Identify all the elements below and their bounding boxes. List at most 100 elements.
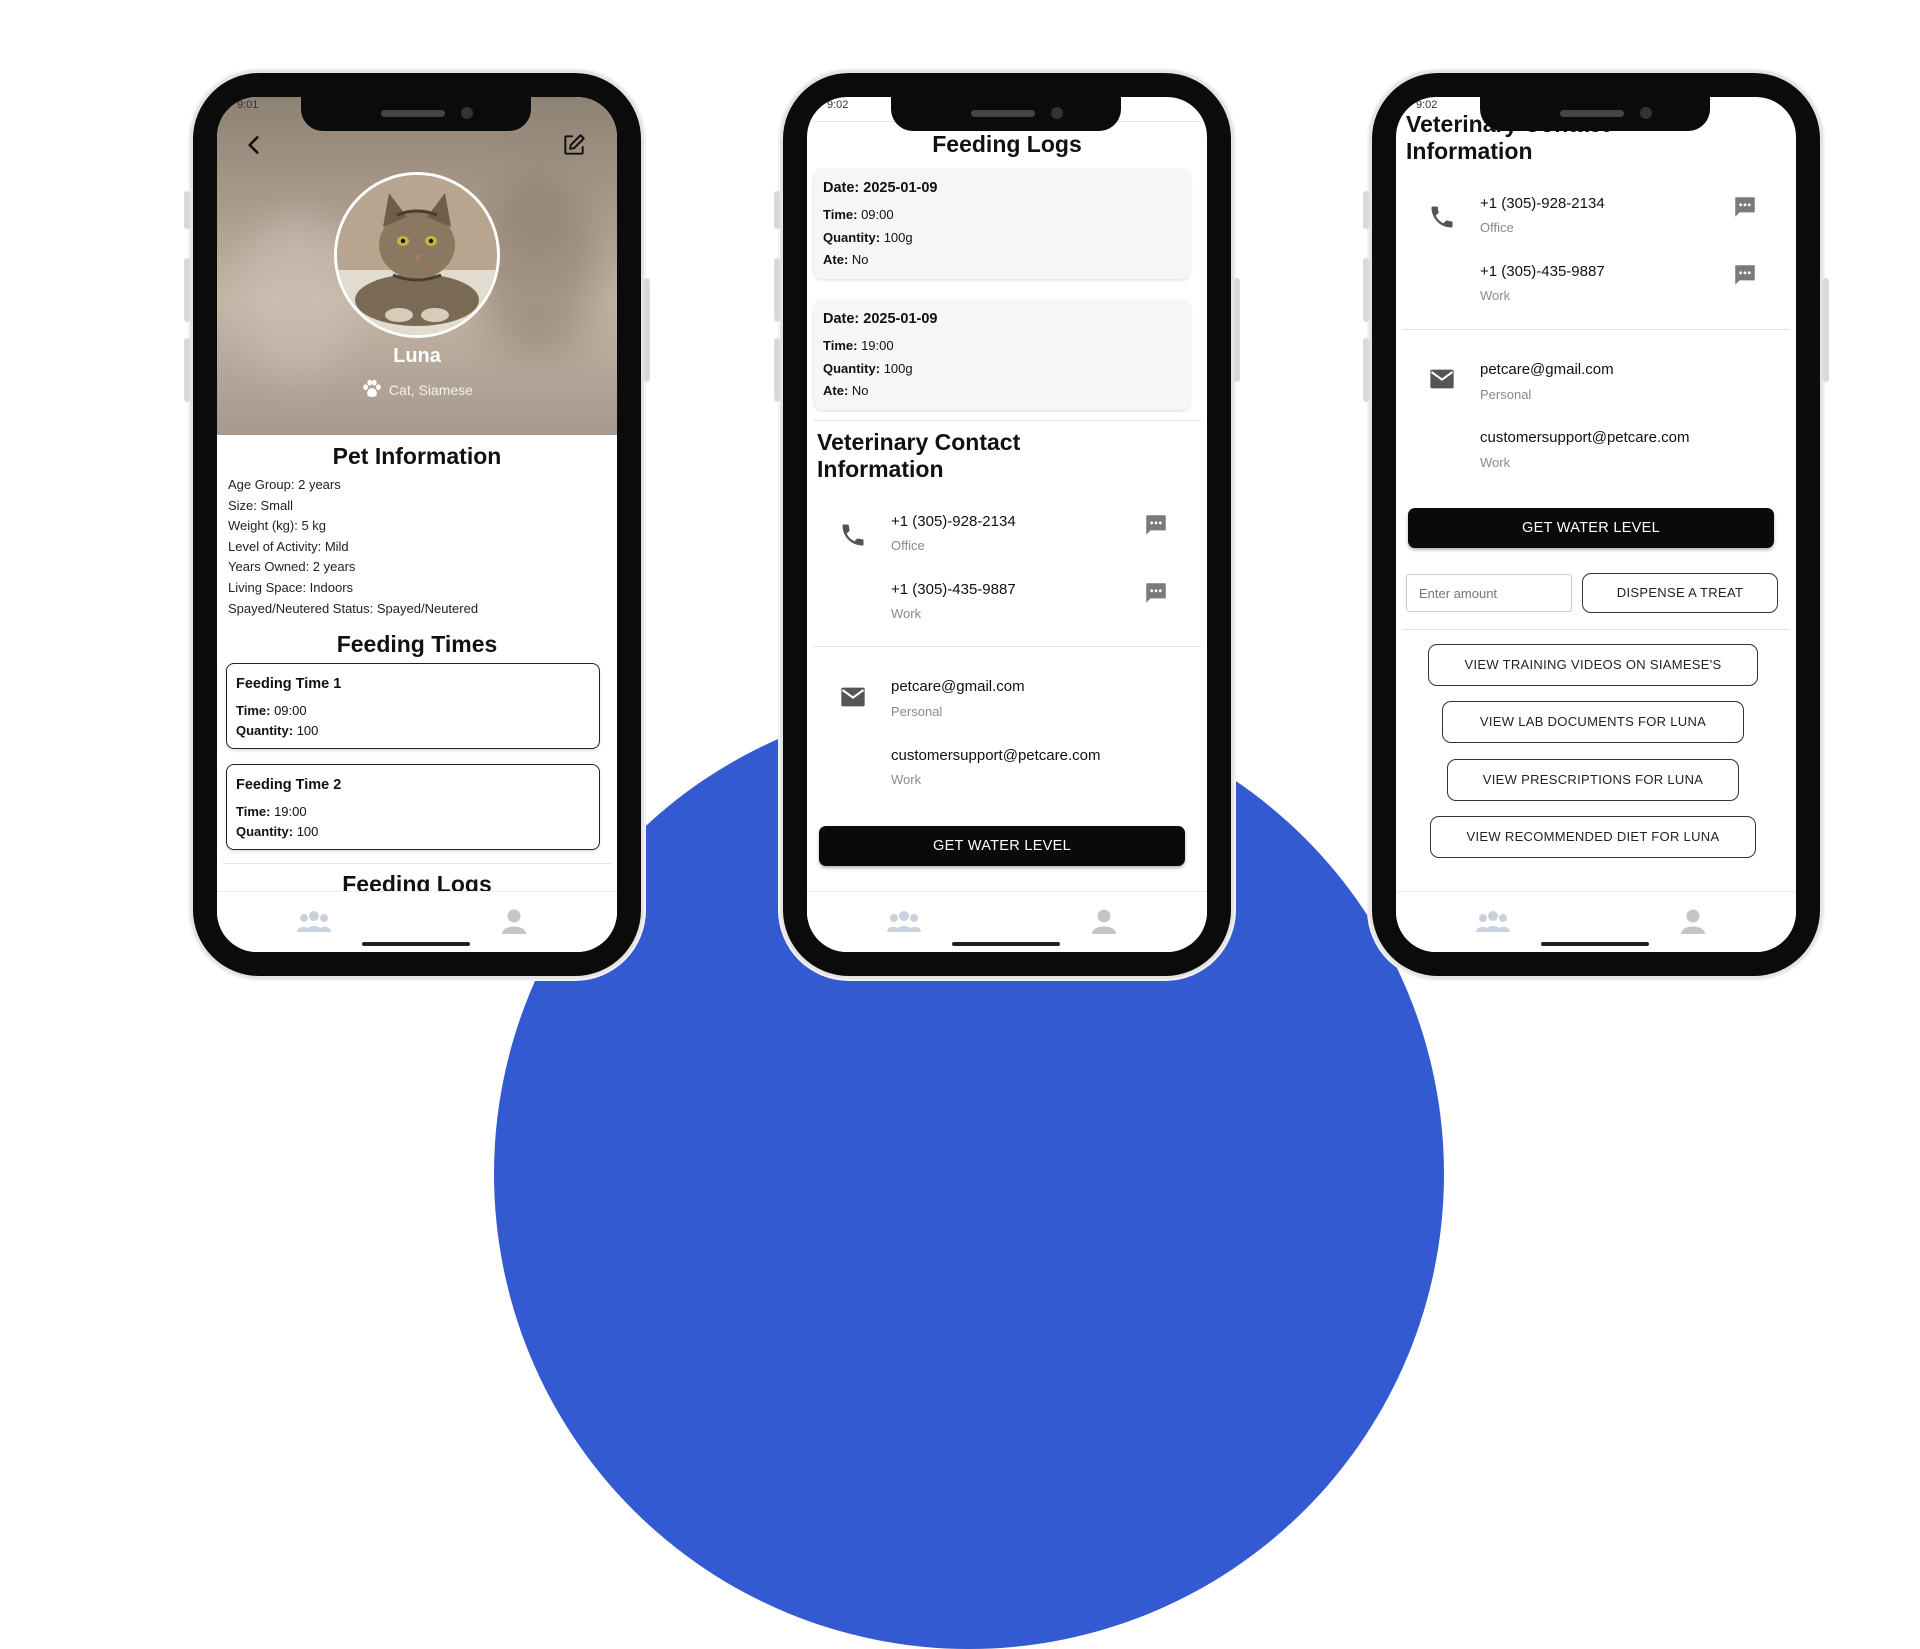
side-button [774,258,780,322]
log-time: Time: 19:00 [823,338,894,353]
pet-info-list: Age Group: 2 years Size: Small Weight (k… [228,475,478,619]
chevron-left-icon[interactable] [241,132,267,158]
home-indicator [1541,942,1649,946]
log-date: Date: 2025-01-09 [823,311,938,327]
group-icon[interactable] [297,908,331,934]
side-button [774,338,780,402]
feeding-log-card[interactable]: Date: 2025-01-09 Time: 19:00 Quantity: 1… [814,300,1190,410]
side-button [1363,191,1369,229]
log-quantity: Quantity: 100g [823,230,913,245]
pet-breed: Cat, Siamese [217,379,617,399]
feeding-time-time: Time: 19:00 [236,804,307,819]
vet-email-type: Personal [891,704,943,719]
side-button [184,258,190,322]
side-button [184,338,190,402]
screen: 9:01 Luna Cat, Siamese Pet Information A… [217,97,617,952]
vet-email-type: Personal [1480,387,1532,402]
side-button [644,278,650,382]
feeding-time-quantity: Quantity: 100 [236,824,319,839]
screen: 9:02 Veterinary ContactInformation +1 (3… [1396,97,1796,952]
divider [813,646,1201,647]
divider [813,420,1201,421]
message-icon[interactable] [1143,580,1169,606]
phone-icon [842,524,864,546]
pet-hero: Luna Cat, Siamese [217,97,617,435]
pet-info-line: Age Group: 2 years [228,477,341,492]
get-water-level-button[interactable]: GET WATER LEVEL [819,826,1185,866]
side-button [774,191,780,229]
vet-phone-number[interactable]: +1 (305)-435-9887 [891,581,1016,598]
feeding-time-title: Feeding Time 1 [236,676,342,692]
side-button [1234,278,1240,382]
feeding-time-card[interactable]: Feeding Time 1 Time: 09:00 Quantity: 100 [226,663,600,749]
pet-info-line: Weight (kg): 5 kg [228,518,327,534]
profile-icon[interactable] [497,908,531,934]
log-ate: Ate: No [823,252,869,267]
vet-email[interactable]: petcare@gmail.com [1480,361,1614,378]
feeding-time-time: Time: 09:00 [236,703,307,718]
log-date: Date: 2025-01-09 [823,180,938,196]
get-water-level-button[interactable]: GET WATER LEVEL [1408,508,1774,548]
group-icon[interactable] [887,908,921,934]
mail-icon [1430,369,1454,389]
prescriptions-button[interactable]: VIEW PRESCRIPTIONS FOR LUNA [1447,759,1739,801]
log-time: Time: 09:00 [823,207,894,222]
home-indicator [952,942,1060,946]
message-icon[interactable] [1143,512,1169,538]
divider [223,863,611,864]
vet-email-type: Work [891,772,922,787]
vet-email[interactable]: customersupport@petcare.com [891,747,1100,764]
notch [301,97,531,131]
feeding-log-card[interactable]: Date: 2025-01-09 Time: 09:00 Quantity: 1… [814,169,1190,279]
treat-amount-input[interactable] [1406,574,1572,612]
profile-icon[interactable] [1087,908,1121,934]
pet-info-line: Living Space: Indoors [228,579,354,595]
notch [891,97,1121,131]
pet-info-line: Years Owned: 2 years [228,559,356,575]
vet-phone-number[interactable]: +1 (305)-928-2134 [891,513,1016,530]
profile-icon[interactable] [1676,908,1710,934]
side-button [1363,338,1369,402]
vet-phone-type: Work [1480,288,1511,303]
dispense-treat-button[interactable]: DISPENSE A TREAT [1582,573,1778,613]
side-button [1823,278,1829,382]
pet-info-line: Spayed/Neutered Status: Spayed/Neutered [228,600,479,616]
vet-email[interactable]: customersupport@petcare.com [1480,429,1689,446]
edit-icon[interactable] [561,132,587,158]
vet-phone-number[interactable]: +1 (305)-928-2134 [1480,195,1605,212]
feeding-times-title: Feeding Times [336,631,498,657]
vet-phone-number[interactable]: +1 (305)-435-9887 [1480,263,1605,280]
vet-contact-title: Veterinary ContactInformation [817,429,1021,482]
message-icon[interactable] [1732,194,1758,220]
pet-info-line: Level of Activity: Mild [228,538,349,554]
group-icon[interactable] [1476,908,1510,934]
notch [1480,97,1710,131]
status-time: 9:02 [1416,99,1438,111]
vet-phone-type: Office [1480,220,1514,235]
mail-icon [841,687,865,707]
pet-breed-text: Cat, Siamese [388,382,473,398]
phone-pet-profile: 9:01 Luna Cat, Siamese Pet Information A… [184,73,650,976]
home-indicator [362,942,470,946]
avatar [334,172,500,338]
vet-phone-type: Work [891,606,922,621]
side-button [184,191,190,229]
log-quantity: Quantity: 100g [823,361,913,376]
status-time: 9:01 [237,99,259,111]
feeding-time-card[interactable]: Feeding Time 2 Time: 19:00 Quantity: 100 [226,764,600,850]
divider [1402,329,1790,330]
vet-email[interactable]: petcare@gmail.com [891,678,1025,695]
lab-documents-button[interactable]: VIEW LAB DOCUMENTS FOR LUNA [1442,701,1744,743]
phone-vet-actions: 9:02 Veterinary ContactInformation +1 (3… [1363,73,1829,976]
recommended-diet-button[interactable]: VIEW RECOMMENDED DIET FOR LUNA [1430,816,1756,858]
vet-phone-type: Office [891,538,925,553]
feeding-time-title: Feeding Time 2 [236,777,342,793]
message-icon[interactable] [1732,262,1758,288]
side-button [1363,258,1369,322]
pet-info-line: Size: Small [228,497,294,513]
pet-name: Luna [393,345,441,367]
phone-feeding-logs: 9:02 Feeding Logs Date: 2025-01-09 Time:… [774,73,1240,976]
training-videos-button[interactable]: VIEW TRAINING VIDEOS ON SIAMESE'S [1428,644,1758,686]
screen: 9:02 Feeding Logs Date: 2025-01-09 Time:… [807,97,1207,952]
vet-email-type: Work [1480,455,1511,470]
